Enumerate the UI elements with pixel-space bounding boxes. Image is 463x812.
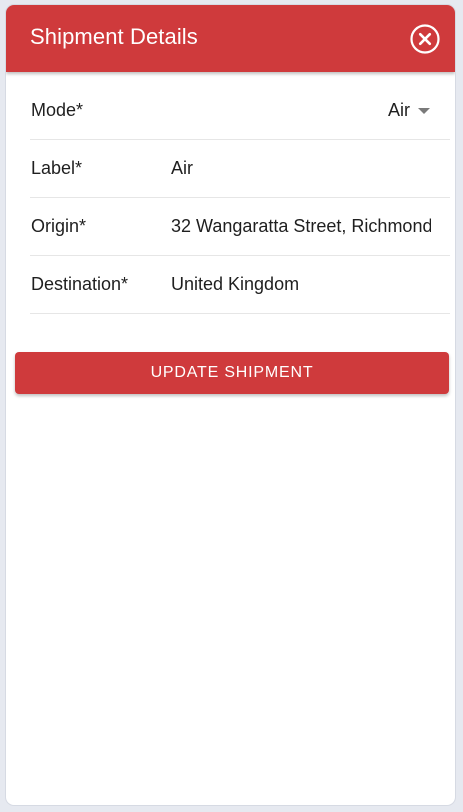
mode-select[interactable]: Air: [388, 100, 430, 121]
label-row: Label* Air: [30, 140, 450, 198]
close-circle-icon: [410, 24, 440, 54]
origin-row: Origin* 32 Wangaratta Street, Richmond: [30, 198, 450, 256]
mode-label: Mode*: [31, 100, 84, 120]
origin-label: Origin*: [31, 216, 87, 236]
label-label: Label*: [31, 158, 83, 178]
shipment-details-panel: Shipment Details Mode* Air Label* Air Or…: [6, 5, 455, 805]
update-shipment-button[interactable]: UPDATE SHIPMENT: [15, 352, 449, 394]
mode-select-value: Air: [388, 100, 410, 120]
panel-header: Shipment Details: [6, 5, 455, 72]
destination-label: Destination*: [31, 274, 129, 294]
panel-title: Shipment Details: [30, 24, 198, 49]
shipment-form: Mode* Air Label* Air Origin* 32 Wangarat…: [30, 82, 450, 314]
destination-row: Destination* United Kingdom: [30, 256, 450, 314]
destination-input[interactable]: United Kingdom: [171, 274, 431, 295]
close-button[interactable]: [410, 24, 440, 54]
origin-input[interactable]: 32 Wangaratta Street, Richmond: [171, 216, 431, 237]
label-input[interactable]: Air: [171, 158, 431, 179]
mode-row: Mode* Air: [30, 82, 450, 140]
dropdown-arrow-icon: [418, 108, 430, 114]
